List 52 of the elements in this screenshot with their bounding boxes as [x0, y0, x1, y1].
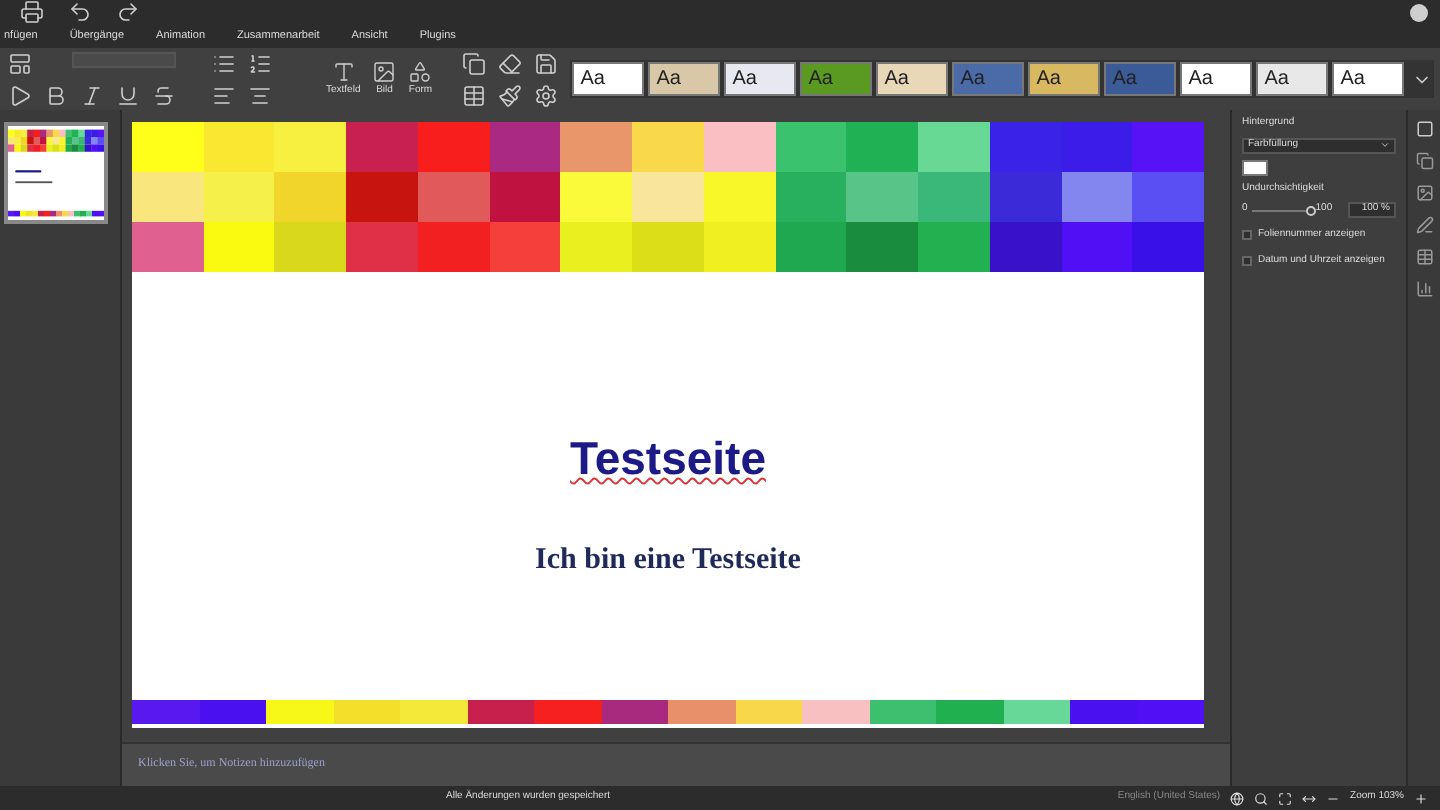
- slide-settings-icon[interactable]: [1415, 120, 1433, 138]
- table-icon[interactable]: [1415, 248, 1433, 266]
- layout-icon[interactable]: [8, 51, 32, 75]
- theme-thumbnail[interactable]: Aa: [800, 62, 873, 96]
- undo-icon[interactable]: [68, 0, 92, 24]
- theme-thumbnail[interactable]: Aa: [1180, 62, 1253, 96]
- image-icon: [372, 59, 397, 84]
- save-icon[interactable]: [534, 51, 559, 75]
- theme-thumbnail[interactable]: Aa: [572, 62, 645, 96]
- fit-width-icon[interactable]: [1302, 791, 1317, 805]
- theme-thumbnail[interactable]: Aa: [876, 62, 949, 96]
- user-avatar[interactable]: [1410, 4, 1428, 22]
- pen-icon[interactable]: [1415, 216, 1433, 234]
- caret-icon: [1380, 140, 1390, 150]
- slide-subtitle: Ich bin eine Testseite: [535, 541, 801, 579]
- copy-icon[interactable]: [462, 51, 487, 75]
- color-swatch[interactable]: [1242, 159, 1268, 175]
- settings-icon[interactable]: [534, 83, 559, 107]
- text-box-icon: [331, 59, 356, 84]
- eraser-icon[interactable]: [498, 51, 523, 75]
- underline-icon[interactable]: [116, 83, 140, 107]
- brush-icon[interactable]: [498, 83, 523, 107]
- image-icon[interactable]: [1415, 184, 1433, 202]
- chart-icon[interactable]: [1415, 280, 1433, 298]
- shapes-icon: [408, 59, 433, 84]
- theme-thumbnail[interactable]: Aa: [724, 62, 797, 96]
- theme-thumbnail[interactable]: Aa: [1332, 62, 1405, 96]
- checkbox[interactable]: [1242, 255, 1252, 266]
- fit-slide-icon[interactable]: [1278, 791, 1293, 805]
- strikethrough-icon[interactable]: [152, 83, 176, 107]
- checkbox[interactable]: [1242, 230, 1252, 241]
- numbered-list-icon[interactable]: [248, 51, 272, 75]
- zoom-in-icon[interactable]: [1414, 791, 1428, 805]
- slider-thumb[interactable]: [1306, 205, 1317, 215]
- align-center-icon[interactable]: [248, 83, 272, 107]
- copy-icon[interactable]: [1415, 152, 1433, 170]
- italic-icon[interactable]: [80, 83, 104, 107]
- globe-icon[interactable]: [1230, 791, 1245, 805]
- print-icon[interactable]: [20, 0, 44, 24]
- table-icon[interactable]: [462, 83, 487, 107]
- slide-thumbnail[interactable]: [4, 122, 108, 224]
- slide-preview-drawing: [8, 126, 104, 220]
- play-icon[interactable]: [8, 83, 32, 107]
- align-left-icon[interactable]: [212, 83, 236, 107]
- theme-thumbnail[interactable]: Aa: [1028, 62, 1101, 96]
- bold-icon[interactable]: [44, 83, 68, 107]
- redo-icon[interactable]: [116, 0, 140, 24]
- opacity-slider[interactable]: [1251, 205, 1312, 215]
- theme-thumbnail[interactable]: Aa: [1256, 62, 1329, 96]
- theme-thumbnail[interactable]: Aa: [648, 62, 721, 96]
- slide-title: Testseite: [569, 430, 766, 488]
- font-field[interactable]: [72, 51, 176, 67]
